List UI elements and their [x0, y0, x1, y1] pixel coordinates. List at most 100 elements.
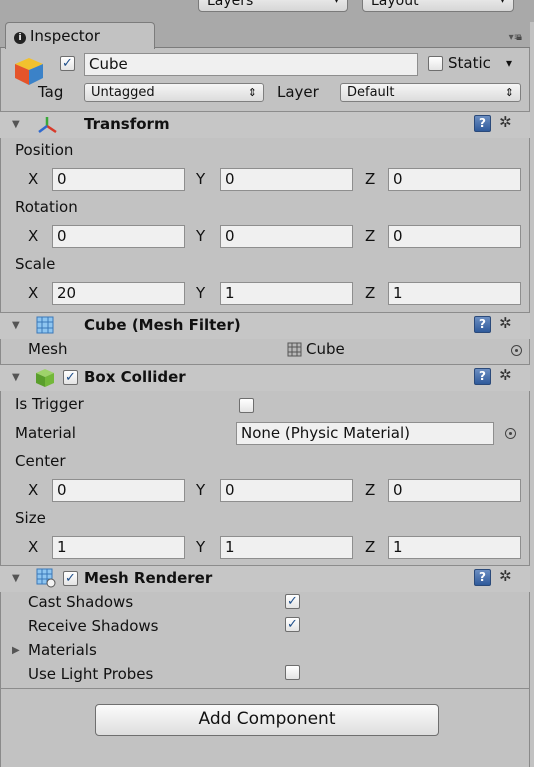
object-name-field[interactable]: Cube [84, 53, 418, 76]
is-trigger-checkbox[interactable] [239, 398, 254, 413]
updown-icon: ⇕ [504, 86, 514, 99]
fold-open-icon[interactable]: ▼ [12, 573, 20, 584]
mesh-filter-icon [36, 316, 54, 334]
help-icon[interactable]: ? [474, 569, 491, 586]
center-z-field[interactable]: 0 [388, 479, 521, 502]
cast-shadows-label: Cast Shadows [28, 593, 134, 611]
center-y-field[interactable]: 0 [220, 479, 353, 502]
box-collider-header[interactable] [0, 364, 530, 391]
scale-x-field[interactable]: 20 [52, 282, 185, 305]
mesh-renderer-title: Mesh Renderer [84, 569, 213, 587]
axis-z-label: Z [365, 481, 376, 499]
axis-x-label: X [28, 227, 39, 245]
tag-dropdown[interactable]: Untagged ⇕ [84, 83, 264, 102]
fold-open-icon[interactable]: ▼ [12, 372, 20, 383]
chevron-down-icon: ▾ [333, 0, 339, 6]
mesh-filter-header[interactable] [0, 312, 530, 339]
size-label: Size [15, 509, 46, 527]
gear-icon[interactable]: ✲ [499, 567, 512, 585]
axis-y-label: Y [196, 481, 206, 499]
tag-label: Tag [38, 83, 64, 101]
layers-dropdown-label: Layers [207, 0, 254, 9]
rotation-y-field[interactable]: 0 [220, 225, 353, 248]
layer-dropdown[interactable]: Default ⇕ [340, 83, 521, 102]
mesh-renderer-header[interactable] [0, 565, 530, 592]
rotation-x-field[interactable]: 0 [52, 225, 185, 248]
layout-dropdown[interactable]: Layout ▾ [362, 0, 514, 12]
object-picker-icon[interactable] [505, 428, 516, 439]
position-z-field[interactable]: 0 [388, 168, 521, 191]
axis-x-label: X [28, 170, 39, 188]
mesh-label: Mesh [28, 340, 68, 358]
box-collider-icon [34, 367, 56, 389]
use-light-probes-label: Use Light Probes [28, 665, 154, 683]
updown-icon: ⇕ [247, 86, 257, 99]
mesh-renderer-icon [36, 568, 56, 588]
layer-label: Layer [277, 83, 319, 101]
gear-icon[interactable]: ✲ [499, 113, 512, 131]
fold-closed-icon[interactable]: ▶ [12, 645, 20, 656]
help-icon[interactable]: ? [474, 368, 491, 385]
add-component-button[interactable]: Add Component [95, 704, 439, 736]
axis-z-label: Z [365, 170, 376, 188]
axis-x-label: X [28, 538, 39, 556]
position-y-field[interactable]: 0 [220, 168, 353, 191]
axis-z-label: Z [365, 538, 376, 556]
layer-value: Default [347, 85, 395, 100]
mesh-filter-title: Cube (Mesh Filter) [84, 316, 241, 334]
static-label: Static [448, 54, 491, 72]
help-icon[interactable]: ? [474, 316, 491, 333]
box-collider-enabled-checkbox[interactable]: ✓ [63, 370, 78, 385]
tab-menu-icon[interactable]: ▾≡ [509, 32, 522, 43]
axis-y-label: Y [196, 284, 206, 302]
axis-z-label: Z [365, 284, 376, 302]
scale-z-field[interactable]: 1 [388, 282, 521, 305]
materials-foldout[interactable]: Materials [28, 641, 97, 659]
size-z-field[interactable]: 1 [388, 536, 521, 559]
axis-z-label: Z [365, 227, 376, 245]
fold-open-icon[interactable]: ▼ [12, 119, 20, 130]
is-trigger-label: Is Trigger [15, 395, 84, 413]
tag-value: Untagged [91, 85, 155, 100]
receive-shadows-label: Receive Shadows [28, 617, 159, 635]
gear-icon[interactable]: ✲ [499, 314, 512, 332]
center-label: Center [15, 452, 66, 470]
help-icon[interactable]: ? [474, 115, 491, 132]
mesh-renderer-enabled-checkbox[interactable]: ✓ [63, 571, 78, 586]
axis-y-label: Y [196, 170, 206, 188]
info-icon: i [14, 32, 26, 44]
use-light-probes-checkbox[interactable] [285, 665, 300, 680]
size-x-field[interactable]: 1 [52, 536, 185, 559]
layout-dropdown-label: Layout [371, 0, 419, 9]
material-field[interactable]: None (Physic Material) [236, 422, 494, 445]
mesh-asset-icon [287, 342, 302, 357]
receive-shadows-checkbox[interactable]: ✓ [285, 617, 300, 632]
gear-icon[interactable]: ✲ [499, 366, 512, 384]
axis-y-label: Y [196, 538, 206, 556]
center-x-field[interactable]: 0 [52, 479, 185, 502]
mesh-value[interactable]: Cube [306, 340, 345, 358]
rotation-label: Rotation [15, 198, 78, 216]
static-checkbox[interactable] [428, 56, 443, 71]
scale-label: Scale [15, 255, 56, 273]
tab-inspector-label: Inspector [30, 27, 100, 45]
active-checkbox[interactable]: ✓ [60, 56, 75, 71]
static-dropdown-icon[interactable]: ▾ [506, 56, 512, 70]
position-label: Position [15, 141, 74, 159]
size-y-field[interactable]: 1 [220, 536, 353, 559]
cast-shadows-checkbox[interactable]: ✓ [285, 594, 300, 609]
scale-y-field[interactable]: 1 [220, 282, 353, 305]
divider [0, 688, 530, 689]
box-collider-title: Box Collider [84, 368, 186, 386]
layers-dropdown[interactable]: Layers ▾ [198, 0, 348, 12]
fold-open-icon[interactable]: ▼ [12, 320, 20, 331]
object-picker-icon[interactable] [511, 345, 522, 356]
axis-x-label: X [28, 284, 39, 302]
tab-inspector[interactable]: i Inspector [5, 22, 155, 49]
transform-icon [36, 114, 58, 136]
material-label: Material [15, 424, 76, 442]
rotation-z-field[interactable]: 0 [388, 225, 521, 248]
axis-x-label: X [28, 481, 39, 499]
position-x-field[interactable]: 0 [52, 168, 185, 191]
transform-header[interactable] [0, 111, 530, 138]
